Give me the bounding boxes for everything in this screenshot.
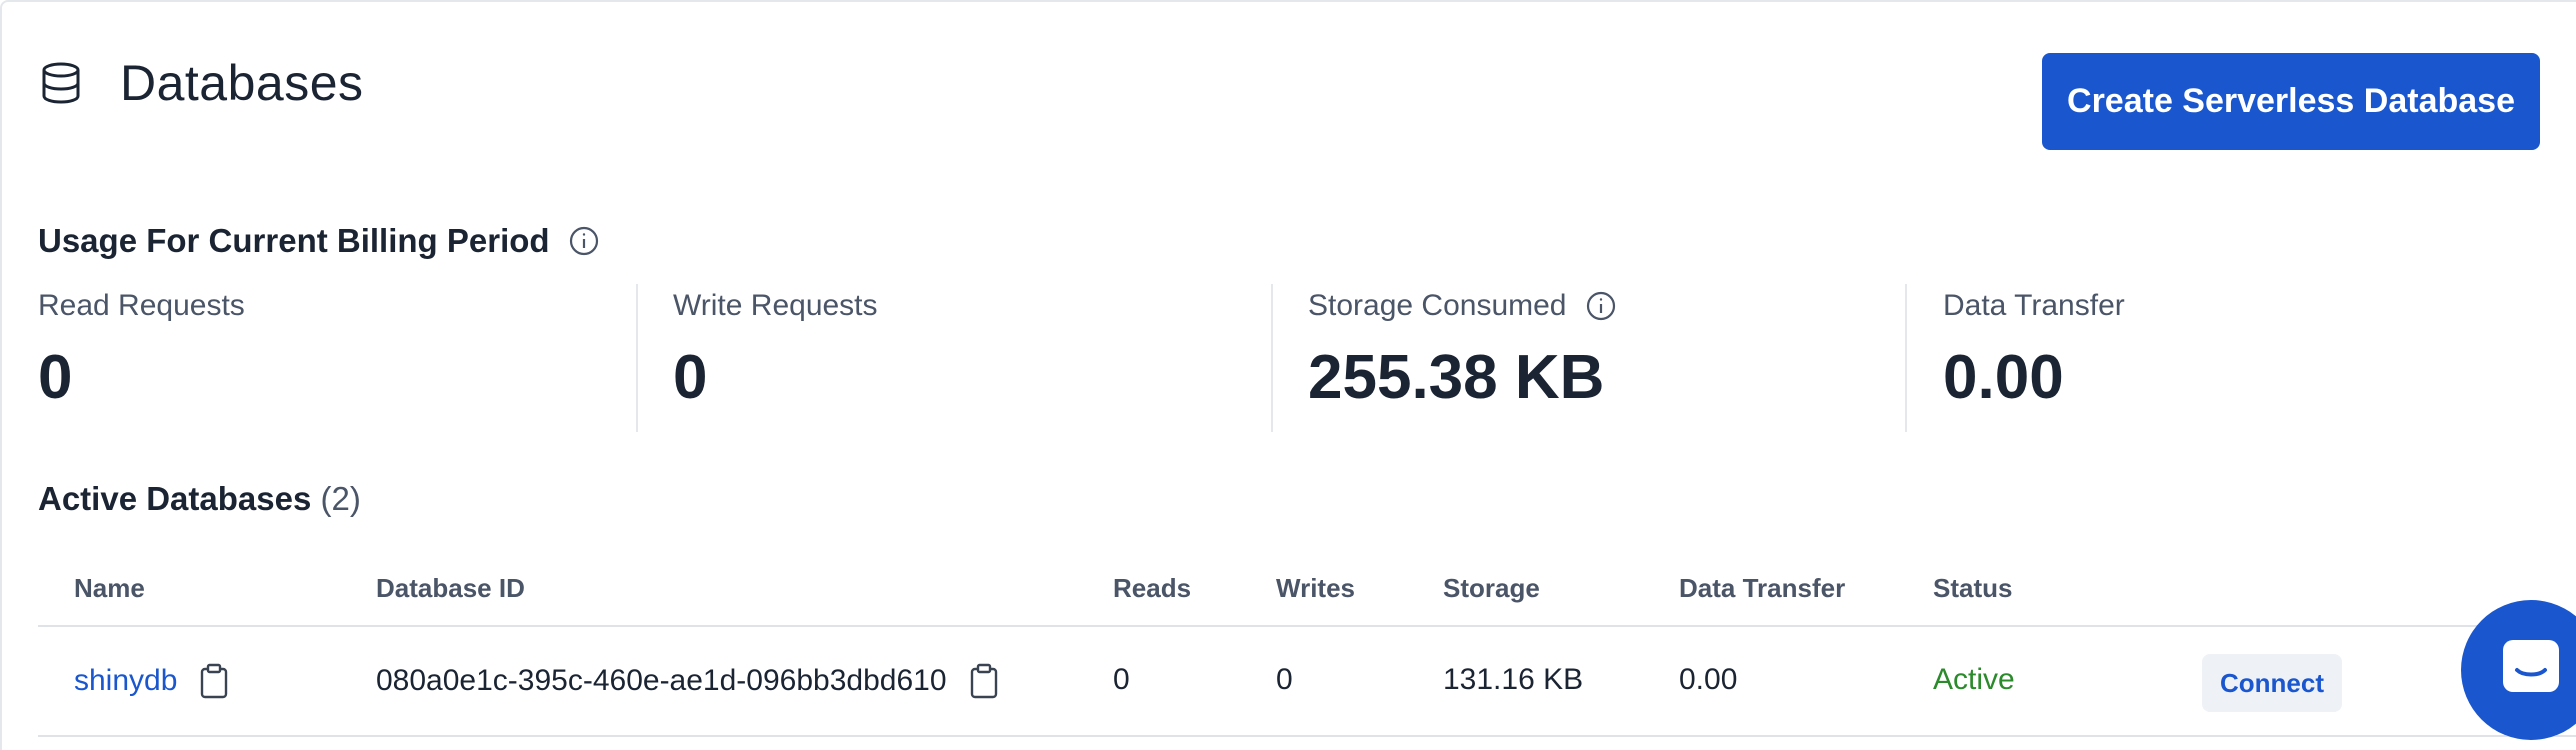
stat-label: Data Transfer bbox=[1943, 289, 2125, 322]
chat-icon bbox=[2499, 636, 2563, 705]
stat-value: 0 bbox=[673, 343, 708, 412]
column-header-reads[interactable]: Reads bbox=[1113, 573, 1191, 604]
cell-database-id: 080a0e1c-395c-460e-ae1d-096bb3dbd610 bbox=[376, 663, 999, 699]
info-icon[interactable] bbox=[1585, 290, 1617, 322]
create-serverless-database-button[interactable]: Create Serverless Database bbox=[2042, 53, 2540, 150]
table-row: shinydb 080a0e1c-395c-460e-ae1d-096bb3db… bbox=[38, 627, 2576, 737]
usage-section-title: Usage For Current Billing Period bbox=[38, 222, 600, 260]
stat-write-requests: Write Requests 0 bbox=[673, 284, 878, 434]
stat-label: Write Requests bbox=[673, 289, 878, 322]
stat-divider bbox=[1905, 284, 1907, 432]
page-title: Databases bbox=[120, 55, 364, 111]
databases-table: Name Database ID Reads Writes Storage Da… bbox=[38, 557, 2576, 737]
table-header: Name Database ID Reads Writes Storage Da… bbox=[38, 557, 2576, 627]
databases-page: Databases Create Serverless Database Usa… bbox=[0, 0, 2576, 750]
stat-label: Storage Consumed bbox=[1308, 284, 1617, 328]
database-id-text: 080a0e1c-395c-460e-ae1d-096bb3dbd610 bbox=[376, 664, 947, 697]
usage-title-text: Usage For Current Billing Period bbox=[38, 222, 550, 259]
column-header-storage[interactable]: Storage bbox=[1443, 573, 1540, 604]
cell-data-transfer: 0.00 bbox=[1679, 663, 1738, 696]
column-header-data-transfer[interactable]: Data Transfer bbox=[1679, 573, 1845, 604]
stat-value: 0.00 bbox=[1943, 343, 2064, 412]
status-badge: Active bbox=[1933, 663, 2015, 696]
active-databases-title: Active Databases (2) bbox=[38, 480, 361, 518]
stat-label-text: Storage Consumed bbox=[1308, 289, 1567, 322]
stat-value: 0 bbox=[38, 343, 73, 412]
database-icon bbox=[38, 60, 84, 106]
usage-stats: Read Requests 0 Write Requests 0 Storage… bbox=[38, 284, 2576, 434]
column-header-name[interactable]: Name bbox=[74, 573, 145, 604]
stat-divider bbox=[1271, 284, 1273, 432]
stat-storage-consumed: Storage Consumed 255.38 KB bbox=[1308, 284, 1617, 434]
column-header-database-id[interactable]: Database ID bbox=[376, 573, 525, 604]
cell-name: shinydb bbox=[74, 663, 229, 699]
active-databases-title-text: Active Databases bbox=[38, 480, 312, 517]
clipboard-icon[interactable] bbox=[969, 663, 999, 699]
page-header: Databases bbox=[38, 54, 364, 112]
info-icon[interactable] bbox=[568, 225, 600, 257]
column-header-writes[interactable]: Writes bbox=[1276, 573, 1355, 604]
stat-read-requests: Read Requests 0 bbox=[38, 284, 245, 434]
database-name-link[interactable]: shinydb bbox=[74, 664, 177, 698]
cell-reads: 0 bbox=[1113, 663, 1130, 696]
column-header-status[interactable]: Status bbox=[1933, 573, 2012, 604]
connect-button[interactable]: Connect bbox=[2202, 654, 2342, 712]
active-databases-count: (2) bbox=[320, 480, 361, 517]
stat-label: Read Requests bbox=[38, 289, 245, 322]
cell-writes: 0 bbox=[1276, 663, 1293, 696]
cell-storage: 131.16 KB bbox=[1443, 663, 1584, 696]
clipboard-icon[interactable] bbox=[199, 663, 229, 699]
stat-data-transfer: Data Transfer 0.00 bbox=[1943, 284, 2125, 434]
stat-value: 255.38 KB bbox=[1308, 343, 1605, 412]
stat-divider bbox=[636, 284, 638, 432]
